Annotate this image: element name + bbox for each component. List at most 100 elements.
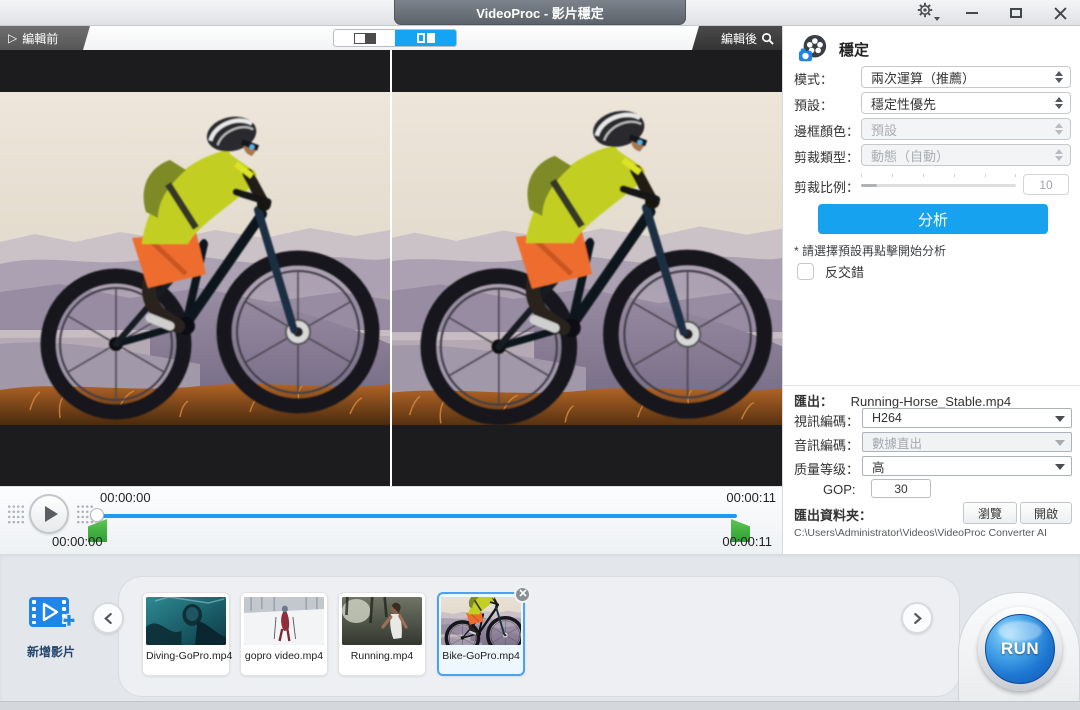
crop-ratio-slider[interactable]: [861, 184, 1016, 187]
play-button[interactable]: [29, 494, 69, 534]
timeline-bar: 00:00:00 00:00:11 00:00:00 00:00:11: [0, 486, 782, 554]
quality-label: 质量等级：: [794, 459, 859, 478]
playhead-knob[interactable]: [90, 508, 104, 522]
border-color-label: 邊框顏色：: [794, 121, 859, 140]
single-view-icon: [354, 33, 376, 44]
slider-handle[interactable]: [861, 184, 877, 187]
view-mode-toggle: [333, 29, 457, 47]
play-icon: [45, 506, 58, 522]
minimize-button[interactable]: [962, 3, 982, 23]
add-video-button[interactable]: 新增影片: [14, 594, 88, 660]
stabilization-panel: 穩定 模式： 兩次運算（推薦） 預設： 穩定性優先 邊框顏色： 預設: [782, 26, 1080, 554]
preset-label: 預設：: [794, 95, 833, 114]
clip-thumbnail: [146, 597, 226, 645]
audio-codec-select[interactable]: 數據直出: [862, 432, 1072, 452]
border-color-select[interactable]: 預設: [861, 118, 1071, 140]
browse-button[interactable]: 瀏覽: [963, 502, 1017, 524]
crop-ratio-value: 10: [1023, 174, 1069, 195]
maximize-icon: [1010, 8, 1022, 18]
panel-title: 穩定: [839, 39, 869, 60]
export-folder-label: 匯出資料夹：: [794, 505, 872, 524]
split-view-button[interactable]: [395, 30, 456, 46]
film-reel-icon: [797, 34, 829, 64]
play-outline-icon: ▷: [8, 31, 17, 45]
quality-value: 高: [872, 457, 885, 476]
clip-thumbnail: [342, 597, 422, 645]
video-codec-value: H264: [872, 411, 902, 425]
clip-thumbnail: [441, 597, 521, 645]
close-button[interactable]: [1050, 3, 1070, 23]
video-codec-select[interactable]: H264: [862, 408, 1072, 428]
clip-card-running[interactable]: Running.mp4: [338, 592, 426, 676]
open-button[interactable]: 開啟: [1020, 502, 1072, 524]
stepper-icon: [1055, 97, 1063, 109]
preview-tabstrip: ▷ 編輯前 編輯後: [0, 26, 782, 50]
tab-before-label: 編輯前: [22, 30, 58, 47]
stepper-icon: [1055, 123, 1063, 135]
crop-ratio-row: 剪裁比例： 10: [783, 174, 1080, 196]
crop-ratio-label: 剪裁比例：: [794, 177, 859, 196]
quality-row: 质量等级： 高: [783, 456, 1080, 478]
crop-type-select[interactable]: 動態（自動）: [861, 144, 1071, 166]
split-view-icon: [417, 33, 425, 43]
remove-clip-button[interactable]: [514, 586, 531, 603]
maximize-button[interactable]: [1006, 3, 1026, 23]
gop-label: GOP:: [823, 482, 856, 497]
mode-row: 模式： 兩次運算（推薦）: [783, 66, 1080, 88]
preset-select[interactable]: 穩定性優先: [861, 92, 1071, 114]
quality-select[interactable]: 高: [862, 456, 1072, 476]
gop-input[interactable]: [871, 479, 931, 498]
dropdown-arrow-icon: [1055, 464, 1065, 470]
window-controls: [918, 0, 1070, 26]
clip-filename: gopro video.mp4: [244, 650, 324, 662]
minimize-icon: [966, 12, 978, 14]
export-path: C:\Users\Administrator\Videos\VideoProc …: [794, 527, 1047, 539]
add-video-icon: [27, 594, 75, 636]
playhead-time: 00:00:00: [100, 490, 151, 505]
audio-codec-row: 音訊編碼： 數據直出: [783, 432, 1080, 454]
gear-icon: [917, 2, 933, 23]
export-filename: Running-Horse_Stable.mp4: [851, 394, 1011, 409]
border-color-value: 預設: [871, 120, 897, 139]
audio-codec-value: 數據直出: [872, 433, 922, 452]
clip-filename: Bike-GoPro.mp4: [441, 650, 521, 662]
single-view-button[interactable]: [334, 30, 395, 46]
deinterlace-label: 反交錯: [825, 262, 864, 281]
before-video-image: [0, 92, 390, 425]
video-codec-label: 視訊編碼：: [794, 411, 859, 430]
run-button-ring: RUN: [978, 607, 1062, 691]
panel-divider: [783, 385, 1080, 386]
analyze-hint: * 請選擇預設再點擊開始分析: [794, 242, 946, 259]
run-button[interactable]: RUN: [985, 614, 1055, 684]
clip-filename: Running.mp4: [342, 650, 422, 662]
close-icon: [519, 589, 527, 597]
mode-select[interactable]: 兩次運算（推薦）: [861, 66, 1071, 88]
tab-before-edit[interactable]: ▷ 編輯前: [0, 26, 90, 50]
settings-menu-button[interactable]: [918, 3, 938, 23]
footer-strip: [0, 701, 1080, 710]
stepper-icon: [1055, 71, 1063, 83]
after-video-image: [392, 92, 782, 425]
preset-value: 穩定性優先: [871, 94, 936, 113]
gop-row: GOP:: [783, 479, 1080, 501]
drag-handle-icon[interactable]: [7, 504, 25, 525]
deinterlace-checkbox[interactable]: [797, 263, 814, 280]
analyze-button[interactable]: 分析: [818, 204, 1048, 234]
chevron-right-icon: [912, 613, 923, 624]
mode-value: 兩次運算（推薦）: [871, 68, 975, 87]
add-video-label: 新增影片: [14, 643, 88, 660]
border-color-row: 邊框顏色： 預設: [783, 118, 1080, 140]
dropdown-arrow-icon: [1055, 416, 1065, 422]
tab-after-edit[interactable]: 編輯後: [692, 26, 782, 50]
video-frame-before: [0, 50, 390, 486]
trim-start-time: 00:00:00: [52, 534, 103, 549]
media-tray-section: 新增影片 Diving-GoPro.mp4: [0, 554, 1080, 710]
scroll-right-button[interactable]: [901, 602, 933, 634]
scroll-left-button[interactable]: [92, 602, 124, 634]
close-icon: [1054, 7, 1067, 20]
main-area: ▷ 編輯前 編輯後: [0, 26, 1080, 554]
clip-card-diving[interactable]: Diving-GoPro.mp4: [142, 592, 230, 676]
clip-card-gopro[interactable]: gopro video.mp4: [240, 592, 328, 676]
clip-card-bike-selected[interactable]: Bike-GoPro.mp4: [437, 592, 525, 676]
timeline-track[interactable]: [96, 514, 737, 518]
